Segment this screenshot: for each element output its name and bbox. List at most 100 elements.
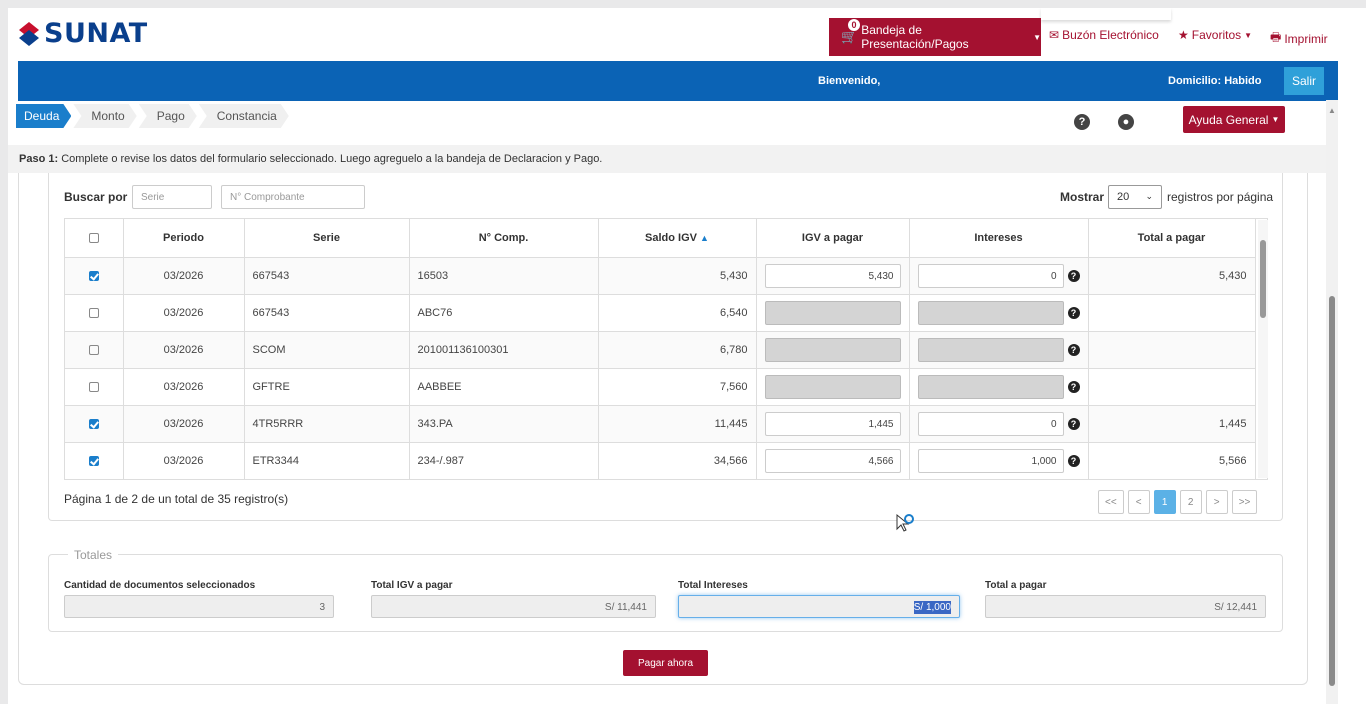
chevron-down-icon: ⌄: [1145, 191, 1153, 201]
sunat-logo-icon: [19, 21, 39, 46]
row-checkbox[interactable]: [88, 344, 99, 355]
cell-comp: AABBEE: [409, 368, 599, 406]
question-icon[interactable]: ?: [1067, 306, 1080, 319]
cell-intereses: ?: [909, 368, 1089, 406]
intereses-input[interactable]: 1,000: [917, 448, 1064, 473]
step-message: Paso 1: Complete o revise los datos del …: [8, 145, 1326, 173]
welcome-text: Bienvenido,: [818, 75, 881, 87]
intereses-input[interactable]: 0: [917, 263, 1064, 288]
bandeja-button[interactable]: 0 🛒 Bandeja de Presentación/Pagos ▼: [829, 18, 1041, 56]
page-scrollbar[interactable]: ▲: [1326, 100, 1338, 704]
row-select-cell[interactable]: [65, 368, 124, 406]
salir-button[interactable]: Salir: [1284, 67, 1324, 95]
igv-input[interactable]: [764, 300, 901, 325]
totals-title: Totales: [68, 548, 119, 562]
row-checkbox[interactable]: [88, 307, 99, 318]
cell-comp: 343.PA: [409, 405, 599, 443]
row-select-cell[interactable]: [65, 442, 124, 479]
bandeja-count-badge: 0: [847, 18, 861, 32]
question-icon[interactable]: ?: [1067, 269, 1080, 282]
cell-serie: 4TR5RRR: [244, 405, 410, 443]
question-icon[interactable]: ?: [1067, 343, 1080, 356]
logo-text: SUNAT: [44, 18, 148, 49]
globe-icon[interactable]: ●: [1118, 114, 1134, 130]
row-checkbox[interactable]: [88, 270, 99, 281]
page-1-button[interactable]: 1: [1153, 490, 1176, 514]
igv-input[interactable]: 4,566: [764, 448, 901, 473]
cell-intereses: ?: [909, 294, 1089, 332]
intereses-input[interactable]: [917, 337, 1064, 362]
comprobante-input[interactable]: N° Comprobante: [221, 185, 365, 209]
page-scroll-thumb[interactable]: [1329, 296, 1335, 686]
table-row: 03/2026 4TR5RRR 343.PA 11,445 1,445 0? 1,445: [65, 405, 1256, 443]
page-next-button[interactable]: >: [1205, 490, 1228, 514]
row-select-cell[interactable]: [65, 405, 124, 443]
table-scroll-thumb[interactable]: [1260, 240, 1266, 318]
cell-saldo: 7,560: [598, 368, 757, 406]
header-periodo[interactable]: Periodo: [123, 219, 245, 258]
intereses-input[interactable]: [917, 374, 1064, 399]
page-size-select[interactable]: 20 ⌄: [1108, 185, 1162, 209]
select-all-header[interactable]: [65, 219, 124, 258]
imprimir-link[interactable]: 🖶 Imprimir: [1270, 28, 1328, 49]
pagar-ahora-button[interactable]: Pagar ahora: [623, 650, 708, 676]
header-igv[interactable]: IGV a pagar: [756, 219, 910, 258]
row-checkbox[interactable]: [88, 455, 99, 466]
cell-igv: 4,566: [756, 442, 910, 479]
row-checkbox[interactable]: [88, 381, 99, 392]
cell-serie: ETR3344: [244, 442, 410, 479]
caret-down-icon: ▼: [1244, 30, 1253, 40]
buzon-link[interactable]: ✉ Buzón Electrónico: [1049, 28, 1159, 42]
page-prev-button[interactable]: <: [1127, 490, 1150, 514]
cell-igv: 1,445: [756, 405, 910, 443]
header-serie[interactable]: Serie: [244, 219, 410, 258]
header-saldo[interactable]: Saldo IGV ▲: [598, 219, 757, 258]
domicilio-text: Domicilio: Habido: [1168, 75, 1262, 87]
step-pago[interactable]: Pago: [139, 104, 197, 128]
cell-saldo: 34,566: [598, 442, 757, 479]
select-all-checkbox[interactable]: [88, 232, 99, 243]
step-constancia[interactable]: Constancia: [199, 104, 289, 128]
question-icon[interactable]: ?: [1067, 380, 1080, 393]
total-intereses-label: Total Intereses: [678, 580, 748, 591]
step-monto[interactable]: Monto: [73, 104, 136, 128]
table-scrollbar[interactable]: [1258, 220, 1268, 478]
total-igv-label: Total IGV a pagar: [371, 580, 453, 591]
caret-down-icon: ▼: [1271, 115, 1280, 124]
igv-input[interactable]: [764, 337, 901, 362]
igv-input[interactable]: 5,430: [764, 263, 901, 288]
header-intereses[interactable]: Intereses: [909, 219, 1089, 258]
step-deuda[interactable]: Deuda: [16, 104, 71, 128]
favoritos-link[interactable]: ★ Favoritos ▼: [1178, 28, 1252, 42]
scroll-up-icon[interactable]: ▲: [1328, 106, 1336, 115]
cell-igv: 5,430: [756, 257, 910, 295]
page-first-button[interactable]: <<: [1098, 490, 1124, 514]
total-intereses-field[interactable]: S/ 1,000: [678, 595, 960, 618]
header-total[interactable]: Total a pagar: [1088, 219, 1256, 258]
page-2-button[interactable]: 2: [1179, 490, 1202, 514]
total-igv-field[interactable]: S/ 11,441: [371, 595, 656, 618]
sunat-logo[interactable]: SUNAT: [18, 18, 148, 49]
serie-input[interactable]: Serie: [132, 185, 212, 209]
cell-total: [1088, 294, 1256, 332]
page-last-button[interactable]: >>: [1231, 490, 1258, 514]
cantidad-label: Cantidad de documentos seleccionados: [64, 580, 256, 591]
row-select-cell[interactable]: [65, 294, 124, 332]
question-icon[interactable]: ?: [1074, 114, 1090, 130]
row-select-cell[interactable]: [65, 331, 124, 369]
row-select-cell[interactable]: [65, 257, 124, 295]
header-comp[interactable]: N° Comp.: [409, 219, 599, 258]
ayuda-general-button[interactable]: Ayuda General ▼: [1183, 106, 1285, 133]
question-icon[interactable]: ?: [1067, 417, 1080, 430]
igv-input[interactable]: 1,445: [764, 411, 901, 436]
cantidad-field[interactable]: 3: [64, 595, 334, 618]
question-icon[interactable]: ?: [1067, 454, 1080, 467]
intereses-input[interactable]: [917, 300, 1064, 325]
step-message-text: Complete o revise los datos del formular…: [58, 153, 603, 165]
igv-input[interactable]: [764, 374, 901, 399]
total-pagar-field[interactable]: S/ 12,441: [985, 595, 1266, 618]
cell-intereses: 0?: [909, 405, 1089, 443]
intereses-input[interactable]: 0: [917, 411, 1064, 436]
header-saldo-label: Saldo IGV: [645, 231, 697, 244]
row-checkbox[interactable]: [88, 418, 99, 429]
